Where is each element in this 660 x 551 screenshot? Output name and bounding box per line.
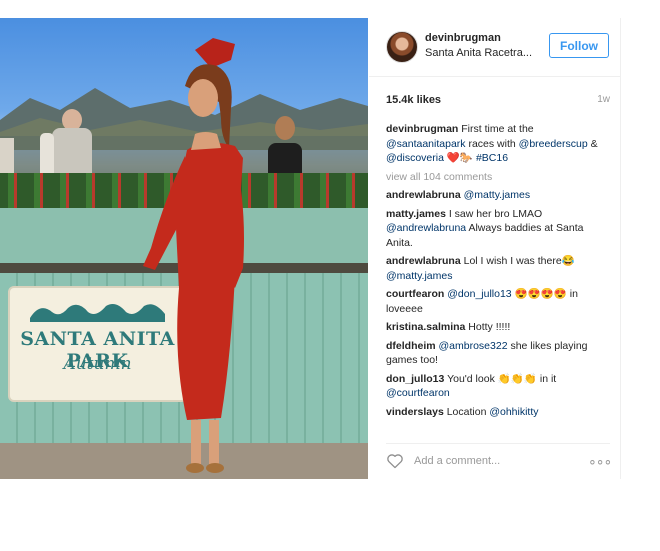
comment-text: You'd look 👏👏👏 in it [447, 372, 557, 385]
comment-text: Location [446, 405, 490, 418]
post-sidebar: devinbrugman Santa Anita Racetra... Foll… [369, 18, 620, 479]
comment-text: Lol I wish I was there😂 [463, 255, 575, 267]
instagram-post: SANTA ANITA PARK Autumn devinbrugman San… [0, 18, 621, 479]
heart-icon[interactable] [386, 453, 404, 469]
comment-row: dfeldheim @ambrose322 she likes playing … [386, 339, 612, 368]
mention-link[interactable]: @ambrose322 [439, 340, 508, 352]
mention-link[interactable]: @ohhikitty [489, 406, 538, 418]
comment-username[interactable]: matty.james [386, 208, 446, 220]
comment-username[interactable]: andrewlabruna [386, 255, 461, 267]
caption-text: First time at the [461, 123, 534, 135]
comments-list: devinbrugman First time at the @santaani… [386, 122, 612, 423]
hashtag-link[interactable]: #BC16 [476, 152, 508, 164]
woman-in-red-dress [143, 38, 244, 473]
comment-username[interactable]: don_jullo13 [386, 373, 444, 385]
comment-row: andrewlabruna Lol I wish I was there😂 @m… [386, 254, 612, 283]
comment-row: kristina.salmina Hotty !!!!! [386, 320, 612, 335]
likes-row: 15.4k likes 1w [386, 94, 610, 106]
comment-username[interactable]: courtfearon [386, 288, 444, 300]
comment-row: courtfearon @don_jullo13 😍😍😍😍 in loveeee [386, 287, 612, 316]
comment-username[interactable]: kristina.salmina [386, 321, 465, 333]
post-username[interactable]: devinbrugman [425, 32, 501, 44]
post-location[interactable]: Santa Anita Racetra... [425, 47, 532, 59]
post-header: devinbrugman Santa Anita Racetra... Foll… [369, 18, 620, 77]
comment-username[interactable]: andrewlabruna [386, 189, 461, 201]
mention-link[interactable]: @matty.james [386, 270, 452, 282]
comment-text: Hotty !!!!! [468, 321, 511, 333]
mention-link[interactable]: @matty.james [464, 189, 530, 201]
follow-button[interactable]: Follow [549, 33, 609, 58]
comment-text: I saw her bro LMAO [448, 207, 543, 220]
comment-rows: andrewlabruna @matty.james matty.james I … [386, 188, 612, 419]
avatar[interactable] [386, 31, 418, 63]
mention-link[interactable]: @santaanitapark [386, 138, 466, 150]
post-photo[interactable]: SANTA ANITA PARK Autumn [0, 18, 368, 479]
comment-row: vinderslays Location @ohhikitty [386, 405, 612, 420]
caption-username[interactable]: devinbrugman [386, 123, 458, 135]
likes-count[interactable]: 15.4k likes [386, 94, 441, 106]
mention-link[interactable]: @breederscup [519, 138, 588, 150]
comment-username[interactable]: dfeldheim [386, 340, 436, 352]
comment-row: don_jullo13 You'd look 👏👏👏 in it @courtf… [386, 372, 612, 401]
comment-row: matty.james I saw her bro LMAO @andrewla… [386, 207, 612, 251]
comment-username[interactable]: vinderslays [386, 406, 444, 418]
mention-link[interactable]: @courtfearon [386, 387, 450, 399]
caption-text: races with [468, 137, 516, 150]
add-comment-bar: ∘∘∘ [386, 443, 612, 478]
view-all-comments-link[interactable]: view all 104 comments [386, 170, 612, 185]
more-dots-icon[interactable]: ∘∘∘ [588, 453, 612, 469]
mention-link[interactable]: @andrewlabruna [386, 222, 466, 234]
caption-text: & [590, 137, 598, 150]
comment-row: andrewlabruna @matty.james [386, 188, 612, 203]
add-comment-input[interactable] [414, 453, 564, 469]
caption-emoji: ❤️🐎 [446, 152, 474, 164]
mention-link[interactable]: @don_jullo13 [447, 288, 511, 300]
caption: devinbrugman First time at the @santaani… [386, 122, 612, 166]
mention-link[interactable]: @discoveria [386, 152, 444, 164]
post-time[interactable]: 1w [597, 94, 610, 105]
